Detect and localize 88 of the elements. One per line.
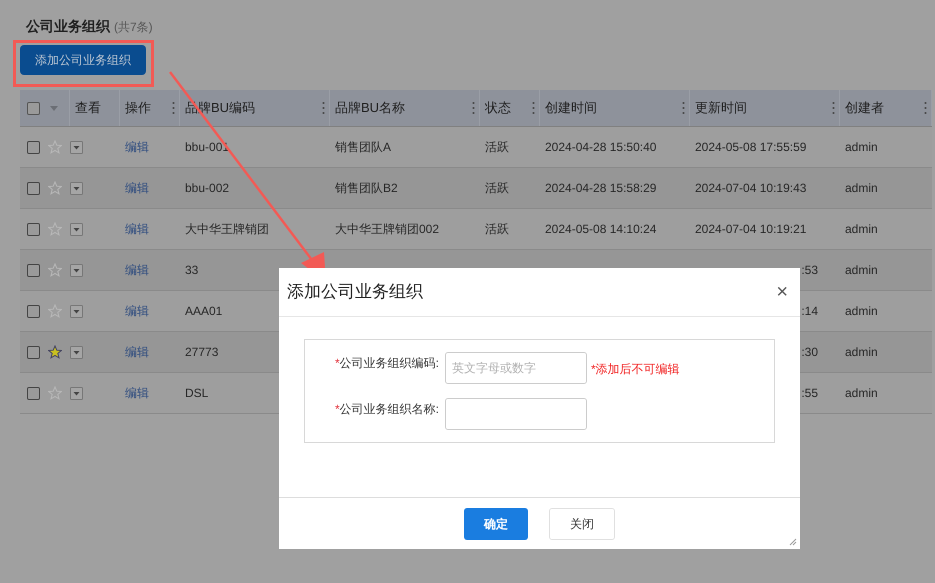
table-cell-text: :53 (801, 262, 818, 279)
column-grip-icon[interactable] (172, 101, 175, 115)
edit-link[interactable]: 编辑 (125, 302, 149, 320)
table-cell-text: 2024-07-04 10:19:21 (695, 221, 806, 238)
field-label: 公司业务组织名称: (340, 401, 439, 418)
star-icon[interactable] (48, 304, 62, 318)
table-cell-text: 27773 (185, 344, 218, 361)
table-cell-text: bbu-002 (185, 180, 230, 197)
table-cell-text: admin (845, 385, 878, 402)
page-title: 公司业务组织 (26, 17, 110, 36)
required-mark: * (334, 355, 340, 372)
column-grip-icon[interactable] (322, 101, 325, 115)
table-cell-text: :55 (801, 385, 818, 402)
select-all-checkbox[interactable] (27, 102, 40, 114)
record-count: (共7条) (114, 19, 153, 36)
resize-handle-icon[interactable] (789, 538, 797, 546)
column-grip-icon[interactable] (682, 101, 685, 115)
column-grip-icon[interactable] (532, 101, 535, 115)
edit-link[interactable]: 编辑 (125, 220, 149, 238)
table-cell-text: 2024-04-28 15:50:40 (545, 139, 656, 156)
dropdown-toggle-icon[interactable] (70, 182, 83, 194)
table-cell-text: AAA01 (185, 303, 222, 320)
edit-link[interactable]: 编辑 (125, 179, 149, 197)
table-cell-text: admin (845, 262, 878, 279)
edit-link[interactable]: 编辑 (125, 343, 149, 361)
table-cell-text: 大中华王牌销团 (185, 221, 269, 238)
column-header[interactable]: 创建者 (845, 98, 884, 118)
field-hint: *添加后不可编辑 (591, 361, 680, 378)
row-checkbox[interactable] (27, 140, 40, 154)
column-header[interactable]: 查看 (75, 98, 101, 118)
table-cell-text: 活跃 (485, 139, 509, 156)
row-checkbox[interactable] (27, 182, 40, 194)
column-grip-icon[interactable] (472, 101, 475, 115)
table-cell-text: 2024-05-08 14:10:24 (545, 221, 656, 238)
dropdown-toggle-icon[interactable] (70, 264, 83, 276)
row-checkbox[interactable] (27, 222, 40, 236)
column-grip-icon[interactable] (832, 101, 835, 115)
column-header[interactable]: 创建时间 (545, 98, 597, 118)
table-cell-text: admin (845, 221, 878, 238)
dialog-title: 添加公司业务组织 (287, 281, 423, 304)
column-grip-icon[interactable] (924, 101, 927, 115)
caret-down-icon[interactable] (50, 106, 58, 110)
table-cell-text: 2024-04-28 15:58:29 (545, 180, 656, 197)
edit-link[interactable]: 编辑 (125, 261, 149, 279)
table-cell-text: :30 (801, 344, 818, 361)
table-cell-text: admin (845, 180, 878, 197)
star-icon[interactable] (48, 140, 62, 154)
edit-link[interactable]: 编辑 (125, 384, 149, 402)
dropdown-toggle-icon[interactable] (70, 222, 83, 236)
edit-link[interactable]: 编辑 (125, 138, 149, 156)
table-cell-text: DSL (185, 385, 208, 402)
row-checkbox[interactable] (27, 386, 40, 400)
table-cell-text: admin (845, 303, 878, 320)
column-header[interactable]: 品牌BU名称 (335, 98, 406, 118)
dropdown-toggle-icon[interactable] (70, 346, 83, 358)
table-cell-text: admin (845, 344, 878, 361)
table-cell-text: 销售团队A (335, 139, 392, 156)
star-icon[interactable] (48, 345, 62, 359)
table-cell-text: 活跃 (485, 221, 509, 238)
table-cell-text: admin (845, 139, 878, 156)
star-icon[interactable] (48, 263, 62, 277)
add-button[interactable]: 添加公司业务组织 (20, 45, 146, 75)
column-header[interactable]: 更新时间 (695, 98, 747, 118)
table-cell-text: 2024-07-04 10:19:43 (695, 180, 806, 197)
input-field[interactable]: 英文字母或数字 (445, 352, 587, 384)
dropdown-toggle-icon[interactable] (70, 140, 83, 154)
table-cell-text: 销售团队B2 (335, 180, 398, 197)
close-dialog-button[interactable]: 关闭 (549, 508, 615, 540)
required-mark: * (334, 401, 340, 418)
table-cell-text: 大中华王牌销团002 (335, 221, 440, 238)
table-cell-text: :14 (801, 303, 818, 320)
star-icon[interactable] (48, 222, 62, 236)
star-icon[interactable] (48, 386, 62, 400)
confirm-button[interactable]: 确定 (464, 508, 528, 540)
column-header[interactable]: 操作 (125, 98, 151, 118)
star-icon[interactable] (48, 181, 62, 195)
table-cell-text: 活跃 (485, 180, 509, 197)
field-label: 公司业务组织编码: (340, 355, 439, 372)
row-checkbox[interactable] (27, 346, 40, 358)
dropdown-toggle-icon[interactable] (70, 304, 83, 318)
table-cell-text: 2024-05-08 17:55:59 (695, 139, 806, 156)
table-cell-text: 33 (185, 262, 198, 279)
row-checkbox[interactable] (27, 264, 40, 276)
dropdown-toggle-icon[interactable] (70, 386, 83, 400)
column-header[interactable]: 状态 (485, 98, 511, 118)
row-checkbox[interactable] (27, 304, 40, 318)
input-field[interactable] (445, 398, 587, 430)
close-button[interactable]: × (776, 282, 788, 302)
